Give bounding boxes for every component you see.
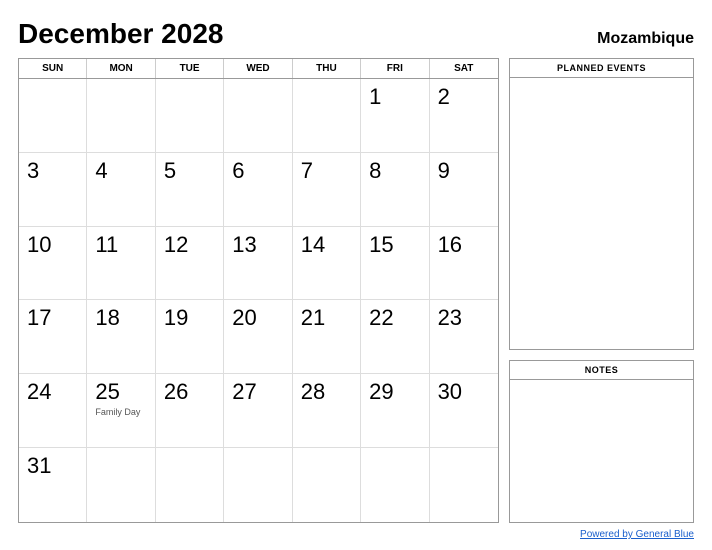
calendar-cell: 18 xyxy=(87,300,155,374)
calendar-cell xyxy=(224,79,292,153)
planned-events-title: PLANNED EVENTS xyxy=(510,59,693,78)
powered-by-link[interactable]: Powered by General Blue xyxy=(580,529,694,540)
calendar-cell: 24 xyxy=(19,374,87,448)
calendar-cell: 29 xyxy=(361,374,429,448)
cell-day-number: 26 xyxy=(164,380,188,404)
cell-day-number: 14 xyxy=(301,233,325,257)
calendar-cell xyxy=(87,448,155,522)
calendar-cell: 12 xyxy=(156,227,224,301)
day-header-tue: TUE xyxy=(156,59,224,78)
calendar-cell: 1 xyxy=(361,79,429,153)
day-header-wed: WED xyxy=(224,59,292,78)
cell-day-number: 16 xyxy=(438,233,462,257)
planned-events-content xyxy=(510,78,693,349)
footer: Powered by General Blue xyxy=(18,529,694,540)
cell-day-number: 21 xyxy=(301,306,325,330)
calendar-cell: 4 xyxy=(87,153,155,227)
cell-day-number: 19 xyxy=(164,306,188,330)
day-header-thu: THU xyxy=(293,59,361,78)
cell-day-number: 18 xyxy=(95,306,119,330)
calendar-cell xyxy=(224,448,292,522)
cell-day-number: 20 xyxy=(232,306,256,330)
cell-day-number: 2 xyxy=(438,85,450,109)
main-content: SUNMONTUEWEDTHUFRISAT 123456789101112131… xyxy=(18,58,694,523)
calendar-cell xyxy=(19,79,87,153)
calendar-cell: 19 xyxy=(156,300,224,374)
calendar-cell xyxy=(361,448,429,522)
day-header-sat: SAT xyxy=(430,59,498,78)
cell-day-number: 1 xyxy=(369,85,381,109)
calendar-cell: 16 xyxy=(430,227,498,301)
cell-day-number: 4 xyxy=(95,159,107,183)
calendar-cell: 5 xyxy=(156,153,224,227)
calendar-cell: 26 xyxy=(156,374,224,448)
cell-day-number: 23 xyxy=(438,306,462,330)
calendar-cell: 6 xyxy=(224,153,292,227)
calendar-cell: 27 xyxy=(224,374,292,448)
day-headers-row: SUNMONTUEWEDTHUFRISAT xyxy=(19,59,498,79)
notes-content xyxy=(510,380,693,522)
cell-day-number: 6 xyxy=(232,159,244,183)
calendar-grid: 1234567891011121314151617181920212223242… xyxy=(19,79,498,522)
cell-day-number: 10 xyxy=(27,233,51,257)
notes-title: NOTES xyxy=(510,361,693,380)
cell-day-number: 3 xyxy=(27,159,39,183)
notes-box: NOTES xyxy=(509,360,694,523)
calendar-cell: 17 xyxy=(19,300,87,374)
cell-day-number: 27 xyxy=(232,380,256,404)
cell-day-number: 8 xyxy=(369,159,381,183)
cell-day-number: 30 xyxy=(438,380,462,404)
calendar-cell: 14 xyxy=(293,227,361,301)
sidebar: PLANNED EVENTS NOTES xyxy=(509,58,694,523)
cell-day-number: 9 xyxy=(438,159,450,183)
month-year-title: December 2028 xyxy=(18,18,223,50)
day-header-mon: MON xyxy=(87,59,155,78)
calendar-cell: 13 xyxy=(224,227,292,301)
cell-day-number: 7 xyxy=(301,159,313,183)
cell-day-number: 31 xyxy=(27,454,51,478)
cell-day-number: 11 xyxy=(95,233,118,257)
calendar-cell: 22 xyxy=(361,300,429,374)
calendar-cell: 11 xyxy=(87,227,155,301)
calendar-cell: 8 xyxy=(361,153,429,227)
cell-event-label: Family Day xyxy=(95,407,140,417)
calendar-cell: 20 xyxy=(224,300,292,374)
country-title: Mozambique xyxy=(597,30,694,48)
planned-events-box: PLANNED EVENTS xyxy=(509,58,694,350)
calendar-cell xyxy=(87,79,155,153)
cell-day-number: 22 xyxy=(369,306,393,330)
cell-day-number: 17 xyxy=(27,306,51,330)
calendar-cell xyxy=(293,448,361,522)
cell-day-number: 13 xyxy=(232,233,256,257)
cell-day-number: 24 xyxy=(27,380,51,404)
calendar-cell: 21 xyxy=(293,300,361,374)
cell-day-number: 28 xyxy=(301,380,325,404)
calendar-cell: 15 xyxy=(361,227,429,301)
calendar-cell: 30 xyxy=(430,374,498,448)
calendar-cell: 28 xyxy=(293,374,361,448)
cell-day-number: 5 xyxy=(164,159,176,183)
calendar-cell xyxy=(430,448,498,522)
calendar-cell: 25 Family Day xyxy=(87,374,155,448)
calendar-cell xyxy=(156,448,224,522)
calendar-cell: 31 xyxy=(19,448,87,522)
calendar-cell: 2 xyxy=(430,79,498,153)
cell-day-number: 29 xyxy=(369,380,393,404)
calendar-cell: 9 xyxy=(430,153,498,227)
day-header-fri: FRI xyxy=(361,59,429,78)
cell-day-number: 15 xyxy=(369,233,393,257)
calendar-cell: 10 xyxy=(19,227,87,301)
calendar-cell: 3 xyxy=(19,153,87,227)
calendar-cell: 7 xyxy=(293,153,361,227)
calendar-section: SUNMONTUEWEDTHUFRISAT 123456789101112131… xyxy=(18,58,499,523)
day-header-sun: SUN xyxy=(19,59,87,78)
calendar-cell: 23 xyxy=(430,300,498,374)
cell-day-number: 25 xyxy=(95,380,119,404)
cell-day-number: 12 xyxy=(164,233,188,257)
calendar-cell xyxy=(293,79,361,153)
calendar-cell xyxy=(156,79,224,153)
